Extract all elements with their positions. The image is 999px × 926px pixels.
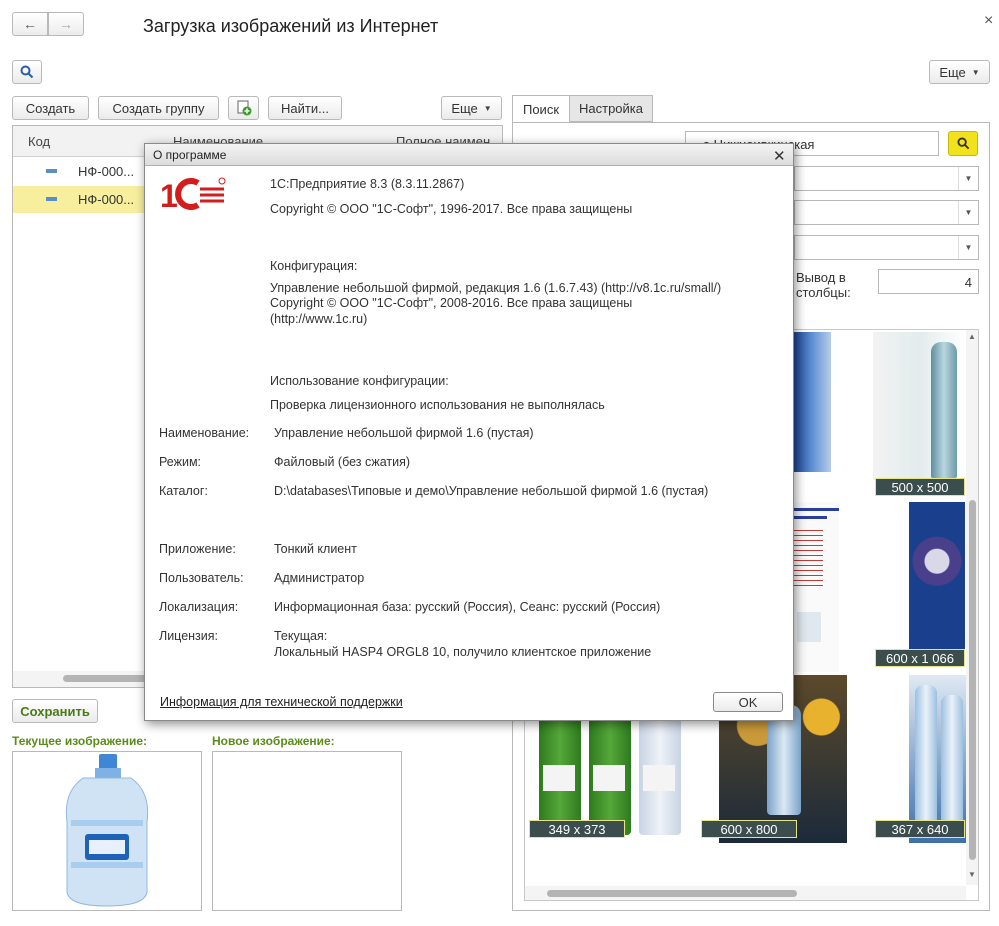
create-button[interactable]: Создать bbox=[12, 96, 89, 120]
columns-label: Вывод в столбцы: bbox=[796, 270, 851, 300]
config-line-2: Copyright © ООО "1С-Софт", 2008-2016. Вс… bbox=[270, 296, 633, 310]
current-image-box bbox=[12, 751, 202, 911]
name-label: Наименование: bbox=[159, 426, 250, 440]
config-line-3: (http://www.1c.ru) bbox=[270, 312, 368, 326]
arrow-right-icon: → bbox=[59, 16, 73, 32]
scroll-down-icon[interactable]: ▼ bbox=[968, 870, 976, 879]
row-code: НФ-000... bbox=[78, 192, 135, 207]
new-image-label: Новое изображение: bbox=[212, 734, 335, 748]
tab-settings[interactable]: Настройка bbox=[569, 95, 653, 122]
column-header-code[interactable]: Код bbox=[28, 134, 50, 149]
image-size-label: 600 x 1 066 bbox=[875, 649, 965, 667]
window-more-button[interactable]: Еще ▼ bbox=[929, 60, 990, 84]
image-size-label: 600 x 800 bbox=[701, 820, 797, 838]
image-thumb[interactable] bbox=[793, 332, 831, 472]
save-button[interactable]: Сохранить bbox=[12, 699, 98, 723]
user-value: Администратор bbox=[274, 571, 365, 585]
application-label: Приложение: bbox=[159, 542, 236, 556]
license-label: Лицензия: bbox=[159, 629, 219, 643]
locale-value: Информационная база: русский (Россия), С… bbox=[274, 600, 661, 614]
dropdown-icon[interactable]: ▼ bbox=[958, 236, 978, 259]
license-line-1: Текущая: bbox=[274, 629, 328, 643]
new-image-box bbox=[212, 751, 402, 911]
current-image-label: Текущее изображение: bbox=[12, 734, 147, 748]
platform-version: 1С:Предприятие 8.3 (8.3.11.2867) bbox=[270, 177, 465, 191]
image-size-label: 500 x 500 bbox=[875, 478, 965, 496]
catalog-value: D:\databases\Типовые и демо\Управление н… bbox=[274, 484, 709, 498]
image-thumb[interactable] bbox=[873, 332, 965, 480]
image-size-label: 367 x 640 bbox=[875, 820, 965, 838]
about-dialog: О программе ✕ 1 1С:Предприятие 8.3 (8.3.… bbox=[144, 143, 794, 721]
locale-label: Локализация: bbox=[159, 600, 239, 614]
dialog-close-button[interactable]: ✕ bbox=[773, 147, 786, 165]
usage-header: Использование конфигурации: bbox=[270, 374, 449, 388]
item-icon bbox=[46, 197, 57, 201]
copy-button[interactable] bbox=[228, 96, 259, 120]
ok-button[interactable]: OK bbox=[713, 692, 783, 712]
row-code: НФ-000... bbox=[78, 164, 135, 179]
results-vscrollbar[interactable]: ▲ ▼ bbox=[966, 330, 978, 885]
name-value: Управление небольшой фирмой 1.6 (пустая) bbox=[274, 426, 534, 440]
config-line-1: Управление небольшой фирмой, редакция 1.… bbox=[270, 281, 722, 295]
image-thumb[interactable] bbox=[909, 675, 967, 843]
item-icon bbox=[46, 169, 57, 173]
image-thumb[interactable] bbox=[793, 502, 839, 672]
scroll-thumb[interactable] bbox=[547, 890, 797, 897]
window-title: Загрузка изображений из Интернет bbox=[143, 16, 439, 36]
catalog-label: Каталог: bbox=[159, 484, 208, 498]
dropdown-icon[interactable]: ▼ bbox=[958, 167, 978, 190]
mode-value: Файловый (без сжатия) bbox=[274, 455, 411, 469]
config-header: Конфигурация: bbox=[270, 259, 358, 273]
list-more-button[interactable]: Еще ▼ bbox=[441, 96, 502, 120]
usage-value: Проверка лицензионного использования не … bbox=[270, 398, 605, 412]
application-value: Тонкий клиент bbox=[274, 542, 357, 556]
scroll-thumb[interactable] bbox=[63, 675, 153, 682]
find-button[interactable]: Найти... bbox=[268, 96, 342, 120]
copy-add-icon bbox=[237, 100, 251, 116]
search-go-button[interactable] bbox=[948, 131, 978, 156]
create-group-button[interactable]: Создать группу bbox=[98, 96, 219, 120]
columns-count-input[interactable]: 4 bbox=[878, 269, 979, 294]
filter-select-1[interactable]: ▼ bbox=[794, 166, 979, 191]
filter-select-3[interactable]: ▼ bbox=[794, 235, 979, 260]
dropdown-icon[interactable]: ▼ bbox=[958, 201, 978, 224]
results-hscrollbar[interactable] bbox=[525, 886, 966, 900]
search-toggle-button[interactable] bbox=[12, 60, 42, 84]
water-bottle-image bbox=[65, 754, 149, 907]
tab-search[interactable]: Поиск bbox=[512, 95, 570, 123]
magnifier-icon bbox=[20, 65, 34, 79]
forward-button[interactable]: → bbox=[48, 12, 84, 36]
filter-select-2[interactable]: ▼ bbox=[794, 200, 979, 225]
arrow-left-icon: ← bbox=[23, 16, 37, 32]
support-info-link[interactable]: Информация для технической поддержки bbox=[160, 695, 403, 709]
image-thumb[interactable] bbox=[909, 502, 965, 650]
window-close-button[interactable]: × bbox=[984, 12, 993, 30]
image-size-label: 349 x 373 bbox=[529, 820, 625, 838]
back-button[interactable]: ← bbox=[12, 12, 48, 36]
scroll-up-icon[interactable]: ▲ bbox=[968, 332, 976, 341]
platform-copyright: Copyright © ООО "1С-Софт", 1996-2017. Вс… bbox=[270, 202, 633, 216]
dialog-title: О программе bbox=[145, 144, 793, 166]
license-line-2: Локальный HASP4 ORGL8 10, получило клиен… bbox=[274, 645, 652, 659]
scroll-thumb[interactable] bbox=[969, 500, 976, 860]
mode-label: Режим: bbox=[159, 455, 202, 469]
1c-logo: 1 bbox=[160, 177, 226, 211]
user-label: Пользователь: bbox=[159, 571, 244, 585]
magnifier-icon bbox=[956, 137, 969, 150]
